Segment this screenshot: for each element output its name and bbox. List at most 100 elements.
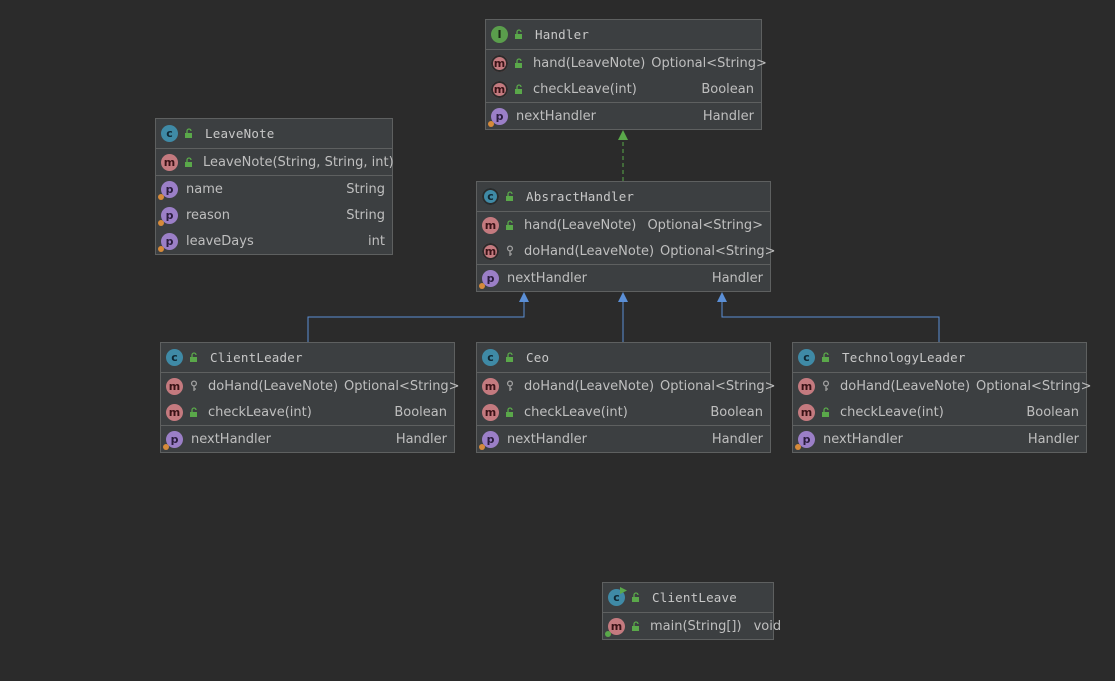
field-row[interactable]: p nextHandler Handler [793,426,1086,452]
class-header[interactable]: c ClientLeader [161,343,454,373]
method-name: hand(LeaveNote) [533,55,646,71]
method-name: checkLeave(int) [840,404,944,420]
fields-section: p nextHandler Handler [477,265,770,291]
method-return-type: Boolean [1026,404,1079,420]
method-row[interactable]: m checkLeave(int) Boolean [161,399,454,425]
extends-edge-clientleader [307,302,525,342]
fields-section: p nextHandler Handler [486,103,761,129]
field-row[interactable]: p nextHandler Handler [477,426,770,452]
method-name: checkLeave(int) [524,404,628,420]
property-icon: p [158,232,178,252]
method-return-type: Optional<String> [651,55,767,71]
method-row[interactable]: m hand(LeaveNote) Optional<String> [477,212,770,238]
method-name: doHand(LeaveNote) [840,378,971,394]
field-row[interactable]: p name String [156,176,392,202]
field-name: nextHandler [516,108,596,124]
class-node-leavenote[interactable]: c LeaveNote m LeaveNote(String, String, int… [155,118,394,255]
method-row[interactable]: m doHand(LeaveNote) Optional<String> [477,373,776,399]
method-return-type: Optional<String> [660,243,776,259]
public-visibility-icon [504,191,516,203]
protected-visibility-icon [504,245,516,257]
method-name: checkLeave(int) [533,81,637,97]
class-node-handler[interactable]: I Handler m hand(LeaveNote) Optional<String>… [485,19,767,130]
method-name: doHand(LeaveNote) [208,378,339,394]
field-row[interactable]: p nextHandler Handler [161,426,454,452]
public-visibility-icon [820,406,832,418]
class-node-absracthandler[interactable]: c AbsractHandler m hand(LeaveNote) Optional<… [476,181,776,292]
public-visibility-icon [183,128,195,140]
methods-section: m hand(LeaveNote) Optional<String> m checkLe… [486,50,767,103]
fields-section: p name String p reason String p leaveDays int [156,176,392,254]
class-title: Handler [535,27,590,42]
extends-arrowhead-ceo [618,292,628,302]
public-visibility-icon [504,219,516,231]
field-row[interactable]: p leaveDays int [156,228,392,254]
method-icon: m [798,403,815,421]
class-title: TechnologyLeader [842,350,966,365]
field-row[interactable]: p nextHandler Handler [477,265,770,291]
method-row[interactable]: m main(String[]) void [603,613,781,639]
field-marker-icon [479,443,485,450]
class-header[interactable]: c AbsractHandler [477,182,770,212]
method-return-type: Boolean [701,81,754,97]
protected-visibility-icon [188,380,200,392]
field-type: Handler [711,431,763,447]
methods-section: m LeaveNote(String, String, int) [156,149,394,176]
class-header[interactable]: c LeaveNote [156,119,392,149]
public-visibility-icon [630,620,642,632]
method-name: doHand(LeaveNote) [524,378,655,394]
uml-diagram-canvas[interactable]: I Handler m hand(LeaveNote) Optional<String>… [0,0,1115,681]
public-visibility-icon [188,352,200,364]
property-icon: p [488,107,508,127]
runnable-class-icon: c [608,587,627,606]
method-row[interactable]: m checkLeave(int) Boolean [793,399,1086,425]
class-header[interactable]: c ClientLeave [603,583,773,613]
public-visibility-icon [504,406,516,418]
class-title: ClientLeader [210,350,303,365]
method-row[interactable]: m checkLeave(int) Boolean [477,399,770,425]
method-icon: m [482,377,499,395]
property-icon: p [158,206,178,226]
class-node-ceo[interactable]: c Ceo m doHand(LeaveNote) Optional<String> m c… [476,342,776,453]
field-name: nextHandler [191,431,271,447]
method-name: main(String[]) [650,618,742,634]
class-header[interactable]: c TechnologyLeader [793,343,1086,373]
class-icon: c [161,125,178,142]
method-row[interactable]: m checkLeave(int) Boolean [486,76,761,102]
protected-visibility-icon [820,380,832,392]
class-node-technologyleader[interactable]: c TechnologyLeader m doHand(LeaveNote) Optio… [792,342,1092,453]
field-marker-icon [158,193,164,200]
field-marker-icon [488,120,494,127]
class-title: AbsractHandler [526,189,635,204]
class-icon: c [482,349,499,366]
field-marker-icon [163,443,169,450]
method-row[interactable]: m hand(LeaveNote) Optional<String> [486,50,767,76]
class-header[interactable]: c Ceo [477,343,770,373]
methods-section: m hand(LeaveNote) Optional<String> m doHand(… [477,212,776,265]
method-icon: m [161,153,178,171]
method-row[interactable]: m doHand(LeaveNote) Optional<String> [793,373,1092,399]
method-row[interactable]: m LeaveNote(String, String, int) [156,149,394,175]
field-row[interactable]: p nextHandler Handler [486,103,761,129]
method-row[interactable]: m doHand(LeaveNote) Optional<String> [161,373,460,399]
field-marker-icon [158,219,164,226]
field-row[interactable]: p reason String [156,202,392,228]
fields-section: p nextHandler Handler [477,426,770,452]
method-icon: m [491,54,508,72]
class-header[interactable]: I Handler [486,20,761,50]
method-row[interactable]: m doHand(LeaveNote) Optional<String> [477,238,776,264]
class-node-clientleader[interactable]: c ClientLeader m doHand(LeaveNote) Optional<… [160,342,460,453]
property-icon: p [795,430,815,450]
public-visibility-icon [513,29,525,41]
method-icon: m [798,377,815,395]
method-return-type: Optional<String> [344,378,460,394]
extends-arrowhead-technologyleader [717,292,727,302]
method-icon: m [491,80,508,98]
static-marker-icon [605,630,611,637]
field-type: String [346,181,385,197]
class-node-clientleave[interactable]: c ClientLeave m main(String[]) void [602,582,781,640]
method-icon: m [482,216,499,234]
method-icon: m [605,617,625,637]
public-visibility-icon [513,83,525,95]
methods-section: m doHand(LeaveNote) Optional<String> m check… [161,373,460,426]
